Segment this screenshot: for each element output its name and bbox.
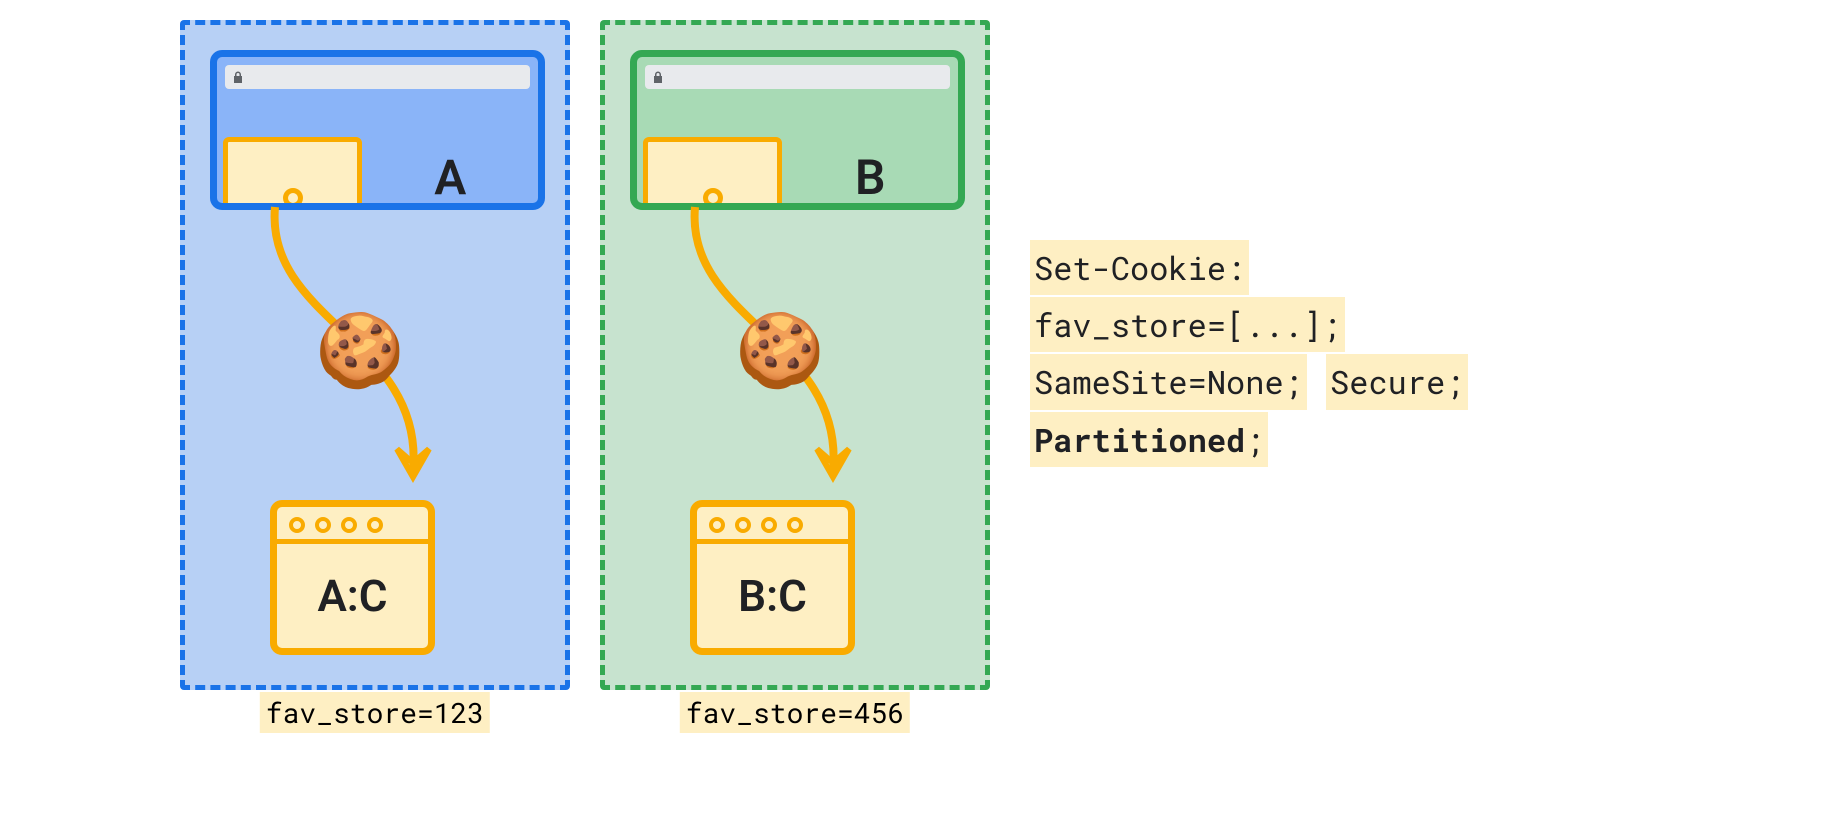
iframe-c-in-a bbox=[223, 137, 362, 210]
header-line-3b: Secure; bbox=[1326, 354, 1468, 409]
jar-label-a: A:C bbox=[277, 544, 428, 648]
caption-a: fav_store=123 bbox=[260, 692, 490, 733]
url-bar bbox=[225, 65, 530, 89]
iframe-c-in-b bbox=[643, 137, 782, 210]
iframe-anchor-icon bbox=[703, 188, 723, 208]
cookie-icon: 🍪 bbox=[315, 315, 405, 387]
partition-b: B 🍪 B:C fav_store=456 bbox=[600, 20, 990, 690]
jar-titlebar-dots bbox=[697, 507, 848, 535]
header-line-3a: SameSite=None; bbox=[1030, 354, 1307, 409]
browser-content: B bbox=[643, 137, 952, 210]
header-line-4-semicolon: ; bbox=[1245, 418, 1264, 461]
header-line-4-partitioned: Partitioned bbox=[1034, 418, 1245, 461]
partition-a: A 🍪 A:C fav_store=123 bbox=[180, 20, 570, 690]
header-line-1: Set-Cookie: bbox=[1030, 240, 1249, 295]
site-label-b: B bbox=[788, 137, 952, 210]
cookie-icon: 🍪 bbox=[735, 315, 825, 387]
browser-content: A bbox=[223, 137, 532, 210]
lock-icon bbox=[233, 71, 243, 83]
site-label-a: A bbox=[368, 137, 532, 210]
lock-icon bbox=[653, 71, 663, 83]
diagram-container: A 🍪 A:C fav_store=123 bbox=[180, 20, 990, 690]
header-line-2: fav_store=[...]; bbox=[1030, 297, 1345, 352]
cookie-jar-b: B:C bbox=[690, 500, 855, 655]
url-bar bbox=[645, 65, 950, 89]
caption-b: fav_store=456 bbox=[680, 692, 910, 733]
jar-titlebar-dots bbox=[277, 507, 428, 535]
iframe-anchor-icon bbox=[283, 188, 303, 208]
cookie-jar-a: A:C bbox=[270, 500, 435, 655]
browser-window-a: A bbox=[210, 50, 545, 210]
jar-label-b: B:C bbox=[697, 544, 848, 648]
set-cookie-header: Set-Cookie: fav_store=[...]; SameSite=No… bbox=[1030, 240, 1468, 469]
browser-window-b: B bbox=[630, 50, 965, 210]
